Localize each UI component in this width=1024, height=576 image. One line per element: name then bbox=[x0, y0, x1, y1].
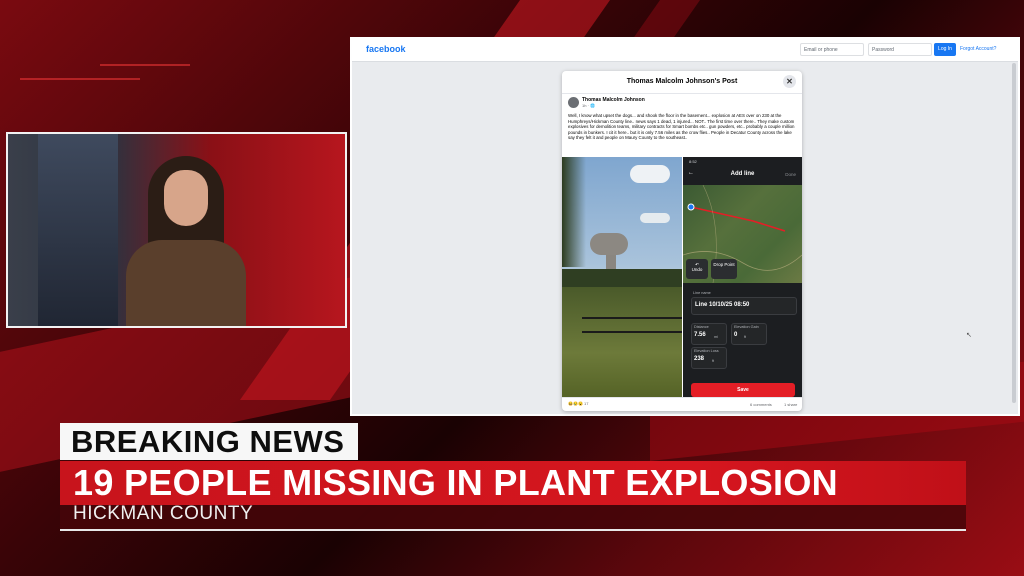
mouse-cursor-icon: ↖ bbox=[966, 332, 972, 339]
background-line bbox=[20, 78, 140, 80]
map-screenshot[interactable]: 8:52 ← Add line Done ↶ Undo Drop Point Li… bbox=[683, 157, 802, 397]
smoke-plume bbox=[590, 233, 628, 255]
elevation-loss-label: Elevation Loss bbox=[694, 349, 719, 353]
distance-unit: mi bbox=[714, 335, 719, 339]
distance-label: Distance bbox=[694, 325, 709, 329]
subline-text: HICKMAN COUNTY bbox=[73, 503, 254, 524]
news-anchor bbox=[126, 156, 246, 326]
breaking-news-tag: BREAKING NEWS bbox=[71, 424, 345, 459]
post-header: Thomas Malcolm Johnson's Post ✕ bbox=[562, 71, 802, 94]
photo-fence bbox=[582, 317, 682, 319]
elevation-gain-label: Elevation Gain bbox=[734, 325, 759, 329]
share-count[interactable]: 1 share bbox=[784, 402, 797, 407]
photo-tree bbox=[562, 157, 586, 267]
elevation-gain-unit: ft bbox=[744, 335, 747, 339]
undo-label: Undo bbox=[691, 267, 703, 272]
anchor-face bbox=[164, 170, 208, 226]
line-name-value: Line 10/10/25 08:50 bbox=[695, 302, 750, 308]
post-meta: 1h · 🌐 bbox=[582, 103, 595, 108]
undo-button: ↶ Undo bbox=[686, 259, 708, 279]
phone-screen-title: Add line bbox=[730, 171, 755, 177]
post-footer: 😆😢😮 17 6 comments 1 share bbox=[562, 397, 802, 411]
done-label: Done bbox=[785, 172, 796, 177]
satellite-map: ↶ Undo Drop Point bbox=[683, 185, 802, 283]
save-button: Save bbox=[691, 383, 795, 397]
facebook-top-bar: facebook Email or phone Password Log In … bbox=[352, 39, 1018, 62]
drop-point-button: Drop Point bbox=[711, 259, 737, 279]
post-modal: Thomas Malcolm Johnson's Post ✕ Thomas M… bbox=[562, 71, 802, 411]
studio-column bbox=[38, 134, 118, 326]
drop-point-label: Drop Point bbox=[713, 262, 735, 267]
phone-status-time: 8:52 bbox=[689, 159, 697, 164]
comment-count[interactable]: 6 comments bbox=[750, 402, 772, 407]
post-header-title: Thomas Malcolm Johnson's Post bbox=[626, 78, 738, 85]
distance-box: Distance 7.56 mi bbox=[691, 323, 727, 345]
elevation-gain-box: Elevation Gain 0 ft bbox=[731, 323, 767, 345]
distance-value: 7.56 bbox=[694, 332, 706, 338]
photo-field bbox=[562, 287, 682, 397]
photo-fence bbox=[582, 331, 682, 333]
close-icon[interactable]: ✕ bbox=[783, 75, 796, 88]
login-button[interactable]: Log In bbox=[934, 43, 956, 56]
anchor-torso bbox=[126, 240, 246, 326]
line-name-field: Line 10/10/25 08:50 bbox=[691, 297, 797, 315]
post-author: Thomas Malcolm Johnson 1h · 🌐 bbox=[568, 97, 798, 111]
photo-treeline bbox=[562, 269, 682, 289]
anchor-video bbox=[6, 132, 347, 328]
elevation-loss-box: Elevation Loss 238 ft bbox=[691, 347, 727, 369]
explosion-photo[interactable] bbox=[562, 157, 682, 397]
email-field[interactable]: Email or phone bbox=[800, 43, 864, 56]
browser-window: facebook Email or phone Password Log In … bbox=[350, 37, 1020, 416]
elevation-gain-value: 0 bbox=[734, 332, 738, 338]
elevation-loss-unit: ft bbox=[712, 359, 715, 363]
photo-cloud bbox=[640, 213, 670, 223]
facebook-logo[interactable]: facebook bbox=[366, 44, 406, 54]
reaction-count[interactable]: 😆😢😮 17 bbox=[568, 401, 589, 406]
avatar[interactable] bbox=[568, 97, 579, 108]
photo-cloud bbox=[630, 165, 670, 183]
password-field[interactable]: Password bbox=[868, 43, 932, 56]
headline-text: 19 PEOPLE MISSING IN PLANT EXPLOSION bbox=[73, 462, 838, 503]
background-line bbox=[100, 64, 190, 66]
scrollbar[interactable] bbox=[1012, 63, 1016, 403]
post-text: Well, I know what upset the dogs... and … bbox=[568, 113, 795, 141]
forgot-account-link[interactable]: Forgot Account? bbox=[960, 46, 996, 52]
line-name-label: Line name bbox=[693, 291, 711, 295]
elevation-loss-value: 238 bbox=[694, 356, 705, 362]
